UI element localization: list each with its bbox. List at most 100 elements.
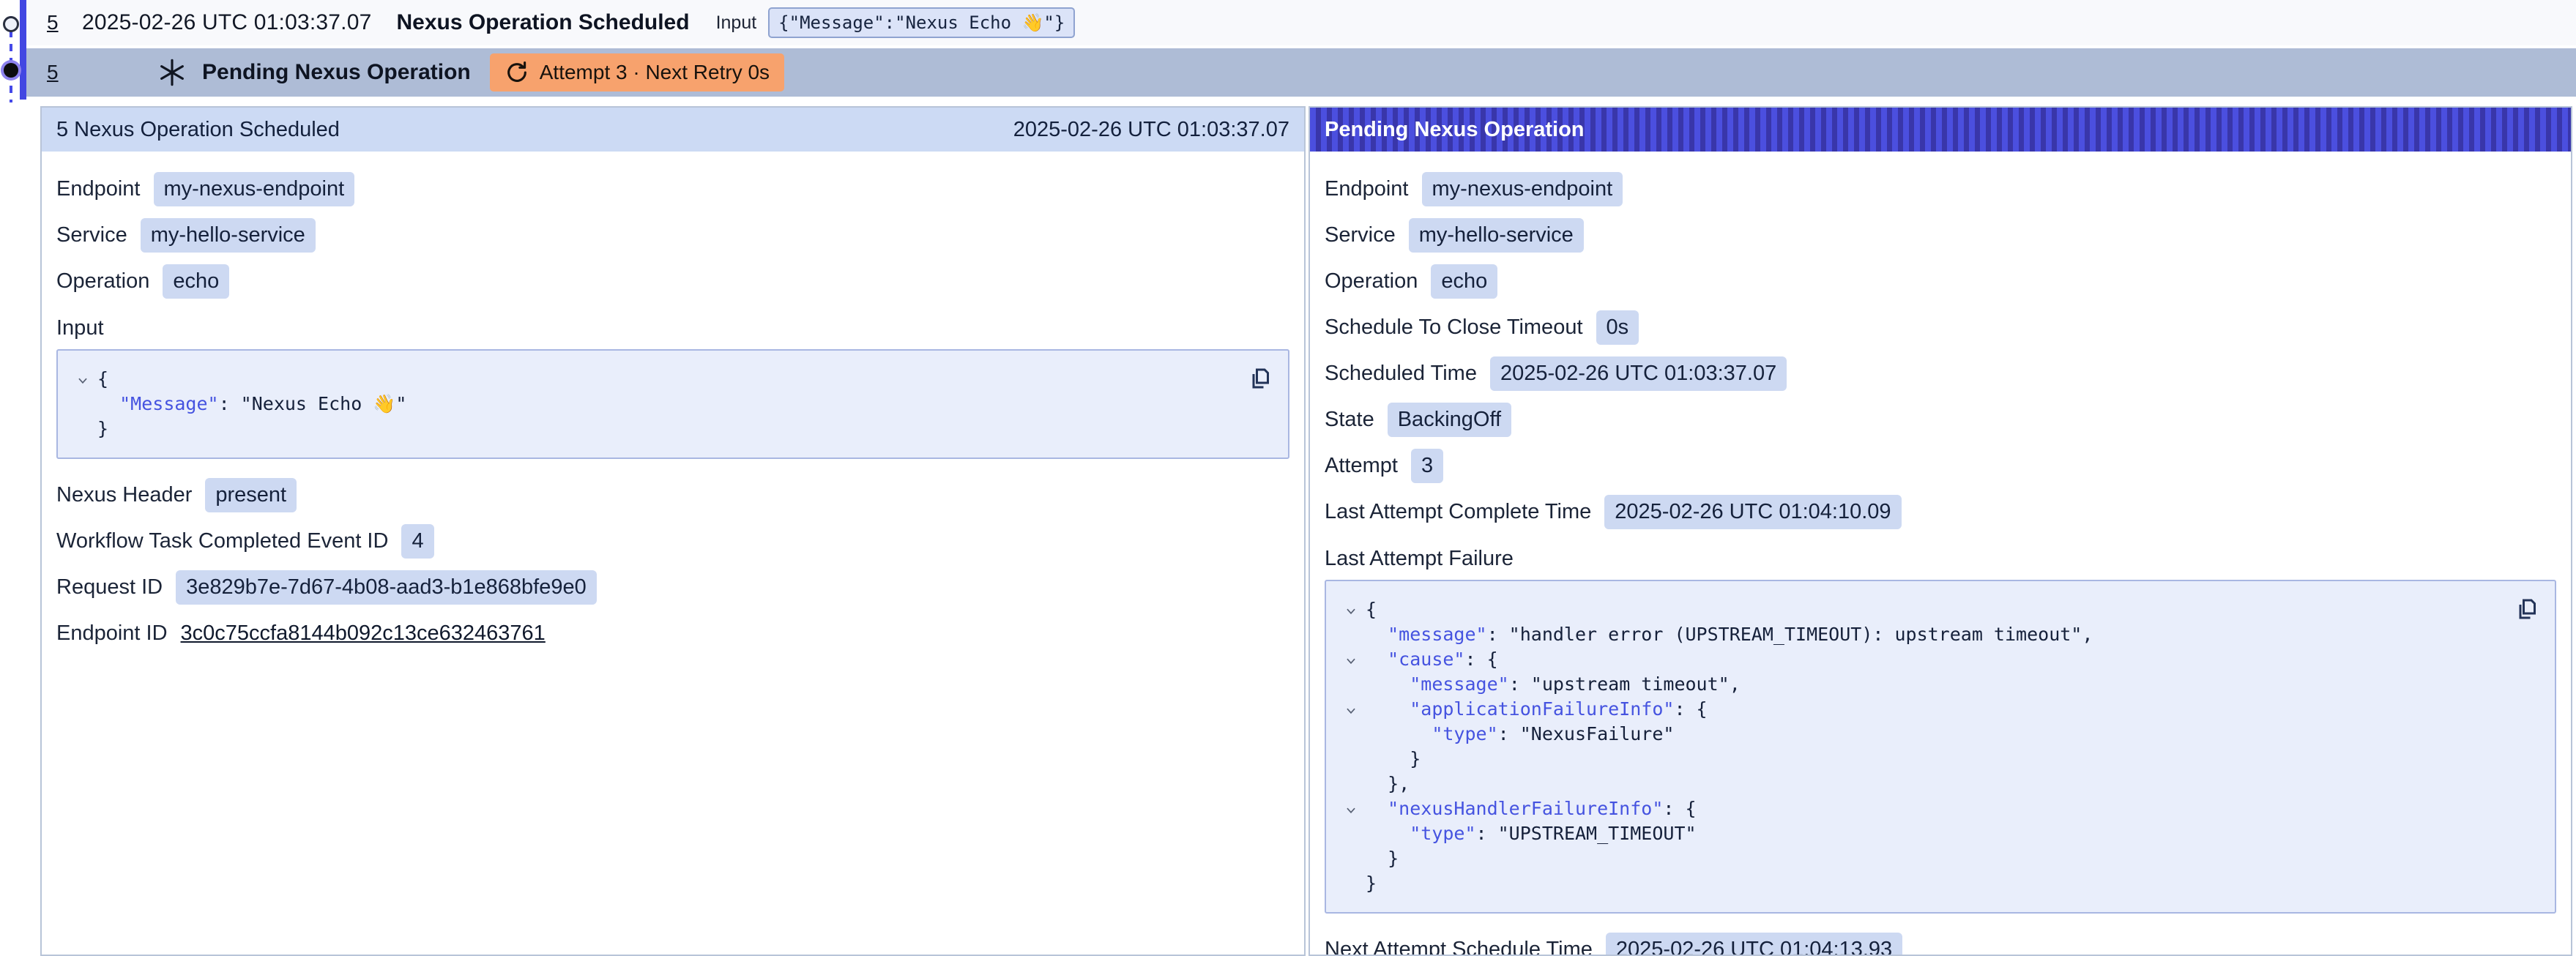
code-gutter	[1336, 722, 1366, 747]
event-row-nexus-operation-scheduled[interactable]: 5 2025-02-26 UTC 01:03:37.07 Nexus Opera…	[26, 0, 2576, 45]
field-value-link[interactable]: 3c0c75ccfa8144b092c13ce632463761	[181, 616, 546, 651]
event-detail-panels: 5 Nexus Operation Scheduled 2025-02-26 U…	[40, 106, 2572, 956]
field-value: 3e829b7e-7d67-4b08-aad3-b1e868bfe9e0	[176, 570, 597, 605]
field-label: State	[1325, 408, 1374, 432]
detail-field: Request ID 3e829b7e-7d67-4b08-aad3-b1e86…	[56, 570, 1289, 605]
field-value: my-nexus-endpoint	[1422, 172, 1623, 206]
code-gutter	[1336, 772, 1366, 796]
copy-button[interactable]	[2511, 593, 2543, 625]
field-label: Last Attempt Complete Time	[1325, 500, 1591, 524]
field-value: my-hello-service	[141, 218, 316, 253]
field-value: BackingOff	[1388, 403, 1511, 437]
event-row-pending-nexus-operation[interactable]: 5 Pending Nexus Operation Attempt 3 · Ne…	[26, 48, 2576, 97]
field-value: 2025-02-26 UTC 01:04:10.09	[1604, 495, 1901, 529]
code-gutter	[1336, 747, 1366, 772]
event-input-label: Input	[716, 12, 757, 34]
code-line: }	[1336, 871, 2511, 896]
field-value: my-nexus-endpoint	[154, 172, 355, 206]
code-gutter	[68, 392, 97, 417]
code-gutter	[1336, 622, 1366, 647]
collapse-chevron-icon[interactable]	[1336, 647, 1366, 672]
detail-field: Service my-hello-service	[56, 218, 1289, 253]
field-value: my-hello-service	[1409, 218, 1584, 253]
code-line: "applicationFailureInfo": {	[1336, 697, 2511, 722]
code-line: "type": "UPSTREAM_TIMEOUT"	[1336, 821, 2511, 846]
pending-title: Pending Nexus Operation	[202, 60, 471, 85]
code-line: }	[68, 417, 1244, 441]
code-gutter	[1336, 871, 1366, 896]
field-value: 3	[1411, 449, 1443, 483]
detail-field: Next Attempt Schedule Time 2025-02-26 UT…	[1325, 933, 2556, 956]
copy-icon	[1247, 365, 1273, 392]
code-gutter	[1336, 672, 1366, 697]
code-gutter	[68, 417, 97, 441]
detail-field: Operation echo	[56, 264, 1289, 299]
field-label: Schedule To Close Timeout	[1325, 315, 1583, 340]
field-value: 2025-02-26 UTC 01:04:13.93	[1606, 933, 1902, 956]
timeline-current-marker-icon	[4, 63, 18, 78]
copy-button[interactable]	[1244, 362, 1276, 395]
field-value: 0s	[1596, 310, 1639, 345]
field-label: Service	[1325, 223, 1396, 247]
field-label: Operation	[56, 269, 149, 294]
event-title: Nexus Operation Scheduled	[396, 10, 689, 35]
detail-field: Endpoint ID 3c0c75ccfa8144b092c13ce63246…	[56, 616, 1289, 651]
code-line: },	[1336, 772, 2511, 796]
field-value: 4	[401, 524, 433, 559]
code-line: }	[1336, 747, 2511, 772]
timeline-accent-bar	[20, 0, 26, 100]
copy-icon	[2514, 596, 2540, 622]
failure-json: { "message": "handler error (UPSTREAM_TI…	[1336, 597, 2511, 896]
detail-field: Workflow Task Completed Event ID 4	[56, 524, 1289, 559]
scheduled-event-panel: 5 Nexus Operation Scheduled 2025-02-26 U…	[40, 106, 1306, 956]
failure-code-block: { "message": "handler error (UPSTREAM_TI…	[1325, 580, 2556, 914]
timeline-event-marker-icon	[3, 16, 19, 32]
scheduled-panel-header: 5 Nexus Operation Scheduled 2025-02-26 U…	[42, 108, 1304, 152]
retry-icon	[505, 60, 529, 85]
workflow-history-view: { "colors": { "accent_indigo": "#4247e2"…	[0, 0, 2576, 956]
input-json: { "Message": "Nexus Echo 👋"}	[68, 367, 1244, 441]
pending-asterisk-icon	[157, 57, 187, 88]
event-timestamp: 2025-02-26 UTC 01:03:37.07	[82, 10, 371, 35]
field-value: echo	[163, 264, 229, 299]
field-label: Endpoint	[56, 177, 141, 201]
collapse-chevron-icon[interactable]	[68, 367, 97, 392]
collapse-chevron-icon[interactable]	[1336, 796, 1366, 821]
scheduled-panel-title: 5 Nexus Operation Scheduled	[56, 118, 340, 142]
pending-operation-panel: Pending Nexus Operation Endpoint my-nexu…	[1309, 106, 2572, 956]
pending-panel-title: Pending Nexus Operation	[1325, 118, 1585, 142]
field-value: 2025-02-26 UTC 01:03:37.07	[1490, 356, 1787, 391]
failure-section-label: Last Attempt Failure	[1325, 547, 2556, 571]
field-label: Scheduled Time	[1325, 362, 1477, 386]
collapse-chevron-icon[interactable]	[1336, 597, 1366, 622]
field-value: echo	[1431, 264, 1497, 299]
detail-field: Last Attempt Complete Time 2025-02-26 UT…	[1325, 495, 2556, 529]
code-line: "Message": "Nexus Echo 👋"	[68, 392, 1244, 417]
detail-field: Endpoint my-nexus-endpoint	[56, 172, 1289, 206]
detail-field: Schedule To Close Timeout 0s	[1325, 310, 2556, 345]
code-gutter	[1336, 846, 1366, 871]
detail-field: State BackingOff	[1325, 403, 2556, 437]
field-label: Endpoint	[1325, 177, 1409, 201]
collapse-chevron-icon[interactable]	[1336, 697, 1366, 722]
event-history-rows: 5 2025-02-26 UTC 01:03:37.07 Nexus Opera…	[26, 0, 2576, 97]
scheduled-fields-bottom: Nexus Header present Workflow Task Compl…	[56, 478, 1289, 651]
input-code-block: { "Message": "Nexus Echo 👋"}	[56, 349, 1289, 459]
input-section-label: Input	[56, 316, 1289, 340]
code-gutter	[1336, 821, 1366, 846]
field-label: Workflow Task Completed Event ID	[56, 529, 388, 553]
retry-status-badge: Attempt 3 · Next Retry 0s	[490, 53, 784, 92]
pending-panel-header: Pending Nexus Operation	[1310, 108, 2571, 152]
detail-field: Attempt 3	[1325, 449, 2556, 483]
field-label: Endpoint ID	[56, 621, 168, 646]
retry-badge-text: Attempt 3 · Next Retry 0s	[540, 61, 770, 84]
pending-fields-top: Endpoint my-nexus-endpoint Service my-he…	[1325, 172, 2556, 529]
event-id-link[interactable]: 5	[47, 11, 62, 34]
detail-field: Scheduled Time 2025-02-26 UTC 01:03:37.0…	[1325, 356, 2556, 391]
code-line: {	[68, 367, 1244, 392]
pending-id-link[interactable]: 5	[47, 61, 62, 84]
scheduled-panel-timestamp: 2025-02-26 UTC 01:03:37.07	[1013, 118, 1289, 142]
detail-field: Service my-hello-service	[1325, 218, 2556, 253]
code-line: "message": "upstream timeout",	[1336, 672, 2511, 697]
field-label: Operation	[1325, 269, 1418, 294]
